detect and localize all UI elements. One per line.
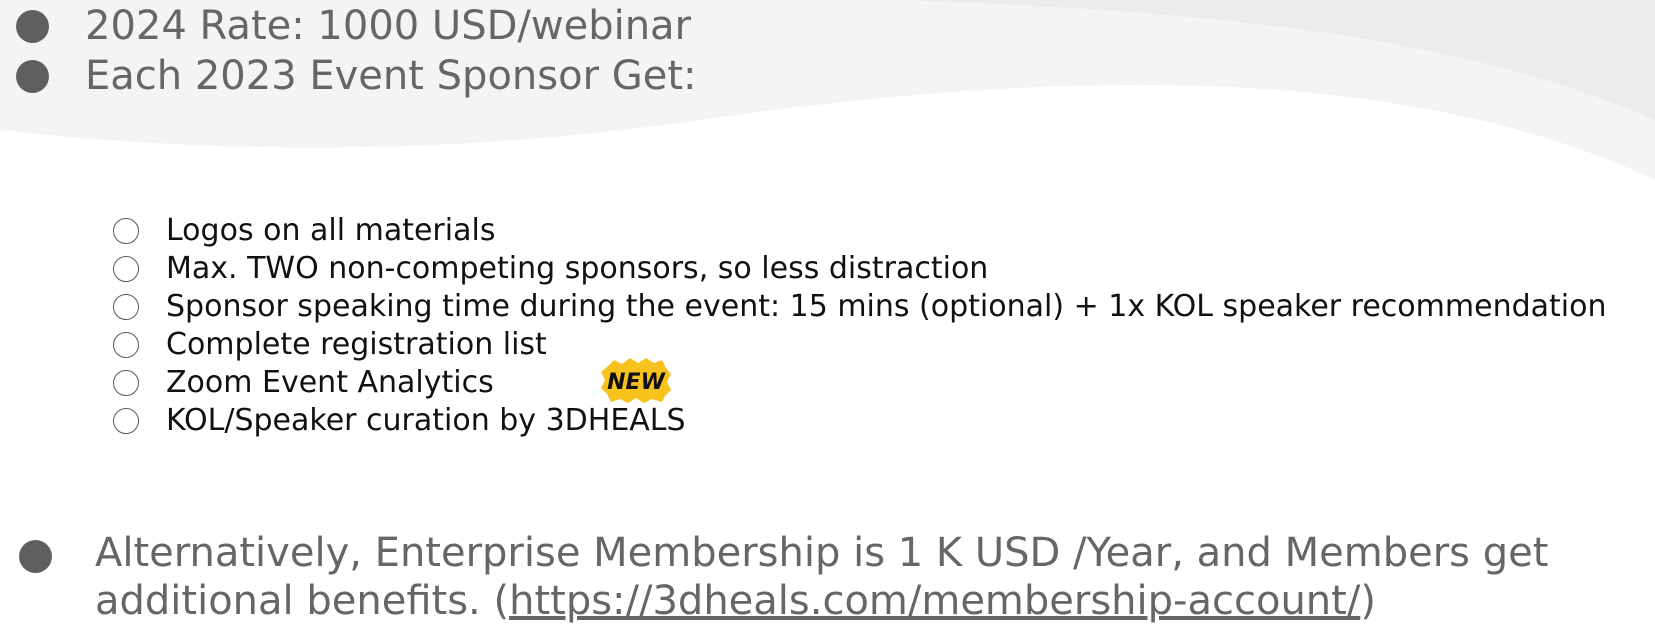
membership-paragraph: Alternatively, Enterprise Membership is … xyxy=(95,529,1635,625)
bullet-dot-icon xyxy=(16,59,49,93)
rate-bullet: 2024 Rate: 1000 USD/webinar xyxy=(16,2,691,50)
rate-text: 2024 Rate: 1000 USD/webinar xyxy=(85,3,692,49)
list-item: Complete registration list xyxy=(113,326,1606,364)
list-item: Zoom Event Analytics xyxy=(113,364,1606,402)
hollow-bullet-icon xyxy=(113,332,139,358)
benefit-text: Zoom Event Analytics xyxy=(166,365,494,400)
new-badge-icon: NEW xyxy=(601,358,671,403)
benefit-text: Max. TWO non-competing sponsors, so less… xyxy=(166,251,989,286)
hollow-bullet-icon xyxy=(113,294,139,320)
hollow-bullet-icon xyxy=(113,370,139,396)
slide-content: 2024 Rate: 1000 USD/webinar Each 2023 Ev… xyxy=(0,0,1655,630)
membership-close: ) xyxy=(1360,578,1376,624)
list-item: KOL/Speaker curation by 3DHEALS xyxy=(113,402,1606,440)
benefit-text: Complete registration list xyxy=(166,327,547,362)
sponsor-heading: Each 2023 Event Sponsor Get: xyxy=(85,53,697,99)
membership-link[interactable]: https://3dheals.com/membership-account/ xyxy=(509,578,1360,624)
list-item: Logos on all materials xyxy=(113,212,1606,250)
bullet-dot-icon xyxy=(19,540,52,573)
hollow-bullet-icon xyxy=(113,256,139,282)
benefit-text: Sponsor speaking time during the event: … xyxy=(166,289,1607,324)
new-badge-label: NEW xyxy=(607,370,666,395)
list-item: Max. TWO non-competing sponsors, so less… xyxy=(113,250,1606,288)
benefit-text: KOL/Speaker curation by 3DHEALS xyxy=(166,403,686,438)
hollow-bullet-icon xyxy=(113,218,139,244)
benefit-text: Logos on all materials xyxy=(166,213,496,248)
hollow-bullet-icon xyxy=(113,408,139,434)
list-item: Sponsor speaking time during the event: … xyxy=(113,288,1606,326)
bullet-dot-icon xyxy=(16,9,49,43)
benefits-list: Logos on all materials Max. TWO non-comp… xyxy=(113,212,1606,440)
sponsor-bullet: Each 2023 Event Sponsor Get: xyxy=(16,52,697,100)
